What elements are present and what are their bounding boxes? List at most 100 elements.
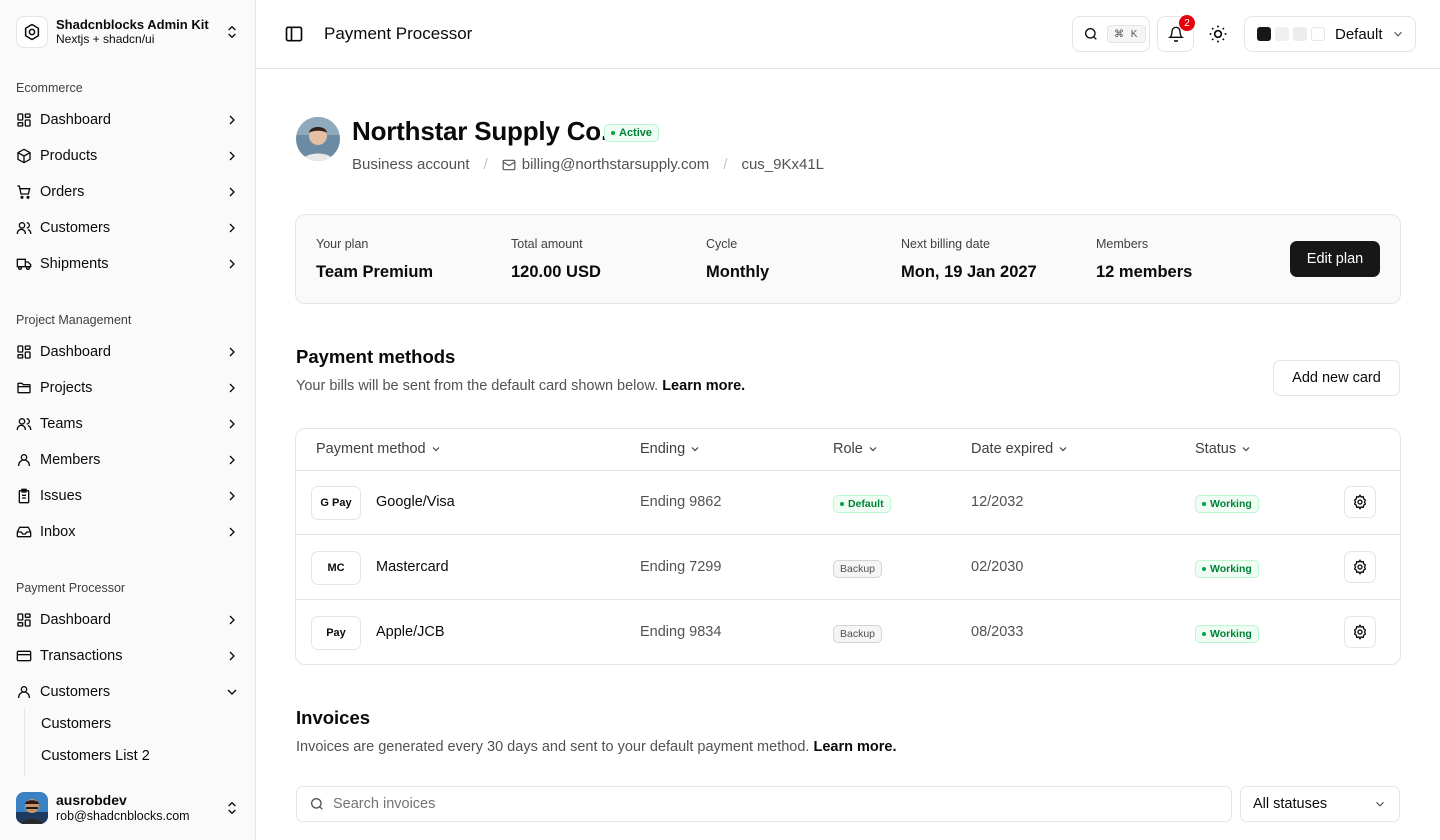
sidebar: Shadcnblocks Admin Kit Nextjs + shadcn/u… bbox=[0, 0, 256, 840]
chevrons-up-down-icon bbox=[228, 25, 236, 39]
customer-meta: Business account / billing@northstarsupp… bbox=[352, 156, 824, 173]
sidebar-item-label: Shipments bbox=[40, 256, 109, 272]
row-settings-button[interactable] bbox=[1344, 486, 1376, 518]
date-expired: 08/2033 bbox=[971, 624, 1024, 640]
invoices-description: Invoices are generated every 30 days and… bbox=[296, 739, 897, 755]
sidebar-item-pm-dashboard[interactable]: Dashboard bbox=[8, 336, 248, 368]
user-name: ausrobdev bbox=[56, 792, 127, 808]
invoice-search bbox=[296, 786, 1232, 822]
sidebar-item-orders[interactable]: Orders bbox=[8, 176, 248, 208]
truck-icon bbox=[16, 258, 32, 270]
role-badge: Backup bbox=[833, 625, 883, 643]
notification-count-badge: 2 bbox=[1179, 15, 1195, 31]
status-badge: Working bbox=[1195, 560, 1259, 578]
status-filter-label: All statuses bbox=[1253, 796, 1328, 812]
search-button[interactable]: ⌘ K bbox=[1072, 16, 1150, 52]
group-label-payment-processor: Payment Processor bbox=[16, 581, 126, 595]
sidebar-item-projects[interactable]: Projects bbox=[8, 372, 248, 404]
column-header-date-expired[interactable]: Date expired bbox=[971, 441, 1069, 457]
sidebar-subitem-customers[interactable]: Customers bbox=[33, 710, 243, 738]
plan-field: Cycle Monthly bbox=[706, 237, 769, 282]
status-badge: Working bbox=[1195, 625, 1259, 643]
sidebar-item-teams[interactable]: Teams bbox=[8, 408, 248, 440]
column-header-role[interactable]: Role bbox=[833, 441, 879, 457]
user-menu[interactable]: ausrobdev rob@shadcnblocks.com bbox=[8, 784, 248, 832]
table-row: MC Mastercard Ending 7299 Backup 02/2030… bbox=[296, 535, 1400, 600]
theme-preset-label: Default bbox=[1335, 25, 1383, 43]
sidebar-subitem-customers-list-2[interactable]: Customers List 2 bbox=[33, 742, 243, 770]
status-badge-label: Working bbox=[1210, 563, 1252, 575]
hexagon-logo-icon bbox=[16, 16, 48, 48]
sun-icon[interactable] bbox=[1208, 24, 1228, 44]
sidebar-item-label: Issues bbox=[40, 488, 82, 504]
table-header: Payment method Ending Role Date expired … bbox=[296, 429, 1400, 471]
sidebar-item-ecommerce-dashboard[interactable]: Dashboard bbox=[8, 104, 248, 136]
plan-field-value: Mon, 19 Jan 2027 bbox=[901, 263, 1037, 281]
sidebar-item-label: Transactions bbox=[40, 648, 123, 664]
status-dot bbox=[1202, 567, 1206, 571]
search-invoices-input[interactable] bbox=[333, 796, 1133, 812]
chevron-down-icon bbox=[1059, 447, 1067, 452]
user-icon bbox=[18, 686, 30, 698]
chevron-right-icon bbox=[229, 347, 235, 357]
brand-title: Shadcnblocks Admin Kit bbox=[56, 17, 209, 32]
plan-field-value: 12 members bbox=[1096, 263, 1193, 281]
status-filter-select[interactable]: All statuses bbox=[1240, 786, 1400, 822]
color-swatch bbox=[1311, 27, 1325, 41]
plan-field-value: 120.00 USD bbox=[511, 263, 601, 281]
sidebar-item-ecommerce-customers[interactable]: Customers bbox=[8, 212, 248, 244]
credit-card-icon bbox=[16, 650, 32, 662]
sidebar-item-label: Dashboard bbox=[40, 612, 111, 628]
payment-method-name: Google/Visa bbox=[376, 494, 455, 510]
column-header-ending[interactable]: Ending bbox=[640, 441, 701, 457]
date-expired: 02/2030 bbox=[971, 559, 1024, 575]
chevron-right-icon bbox=[229, 115, 235, 125]
sidebar-item-products[interactable]: Products bbox=[8, 140, 248, 172]
sidebar-item-transactions[interactable]: Transactions bbox=[8, 640, 248, 672]
sidebar-toggle-icon[interactable] bbox=[284, 24, 304, 44]
brand-subtitle: Nextjs + shadcn/ui bbox=[56, 32, 155, 46]
plan-field-value: Team Premium bbox=[316, 263, 434, 281]
customer-email[interactable]: billing@northstarsupply.com bbox=[522, 156, 710, 173]
edit-plan-button[interactable]: Edit plan bbox=[1290, 241, 1380, 277]
chevron-down-icon bbox=[227, 689, 237, 695]
learn-more-link[interactable]: Learn more. bbox=[662, 378, 745, 394]
sidebar-item-issues[interactable]: Issues bbox=[8, 480, 248, 512]
plan-field-label: Next billing date bbox=[901, 237, 990, 251]
column-header-status[interactable]: Status bbox=[1195, 441, 1252, 457]
add-new-card-button[interactable]: Add new card bbox=[1273, 360, 1400, 396]
plan-field: Total amount 120.00 USD bbox=[511, 237, 601, 282]
sidebar-item-inbox[interactable]: Inbox bbox=[8, 516, 248, 548]
column-header-payment-method[interactable]: Payment method bbox=[316, 441, 442, 457]
date-expired: 12/2032 bbox=[971, 494, 1024, 510]
group-label-ecommerce: Ecommerce bbox=[16, 81, 83, 95]
sidebar-item-members[interactable]: Members bbox=[8, 444, 248, 476]
theme-preset-select[interactable]: Default bbox=[1244, 16, 1416, 52]
row-settings-button[interactable] bbox=[1344, 616, 1376, 648]
plan-field-label: Cycle bbox=[706, 237, 738, 251]
sidebar-item-pp-customers[interactable]: Customers bbox=[8, 676, 248, 708]
chevron-right-icon bbox=[229, 151, 235, 161]
sidebar-item-shipments[interactable]: Shipments bbox=[8, 248, 248, 280]
payment-method-name: Mastercard bbox=[376, 559, 449, 575]
dashboard-icon bbox=[17, 345, 31, 359]
customer-avatar bbox=[296, 117, 340, 161]
learn-more-link[interactable]: Learn more. bbox=[814, 739, 897, 755]
cart-icon bbox=[17, 185, 31, 199]
chevron-right-icon bbox=[229, 187, 235, 197]
users-icon bbox=[16, 418, 32, 430]
payment-methods-description: Your bills will be sent from the default… bbox=[296, 378, 745, 394]
team-switcher[interactable]: Shadcnblocks Admin Kit Nextjs + shadcn/u… bbox=[8, 8, 248, 56]
status-badge-label: Active bbox=[619, 127, 653, 139]
chevron-right-icon bbox=[229, 259, 235, 269]
sidebar-item-pp-dashboard[interactable]: Dashboard bbox=[8, 604, 248, 636]
sidebar-item-label: Teams bbox=[40, 416, 83, 432]
row-settings-button[interactable] bbox=[1344, 551, 1376, 583]
mail-icon bbox=[502, 159, 516, 170]
user-icon bbox=[18, 454, 30, 466]
folder-icon bbox=[17, 382, 31, 394]
status-badge: Active bbox=[604, 124, 660, 142]
role-badge-label: Default bbox=[848, 498, 884, 510]
plan-field: Next billing date Mon, 19 Jan 2027 bbox=[901, 237, 1037, 282]
role-badge: Backup bbox=[833, 560, 883, 578]
